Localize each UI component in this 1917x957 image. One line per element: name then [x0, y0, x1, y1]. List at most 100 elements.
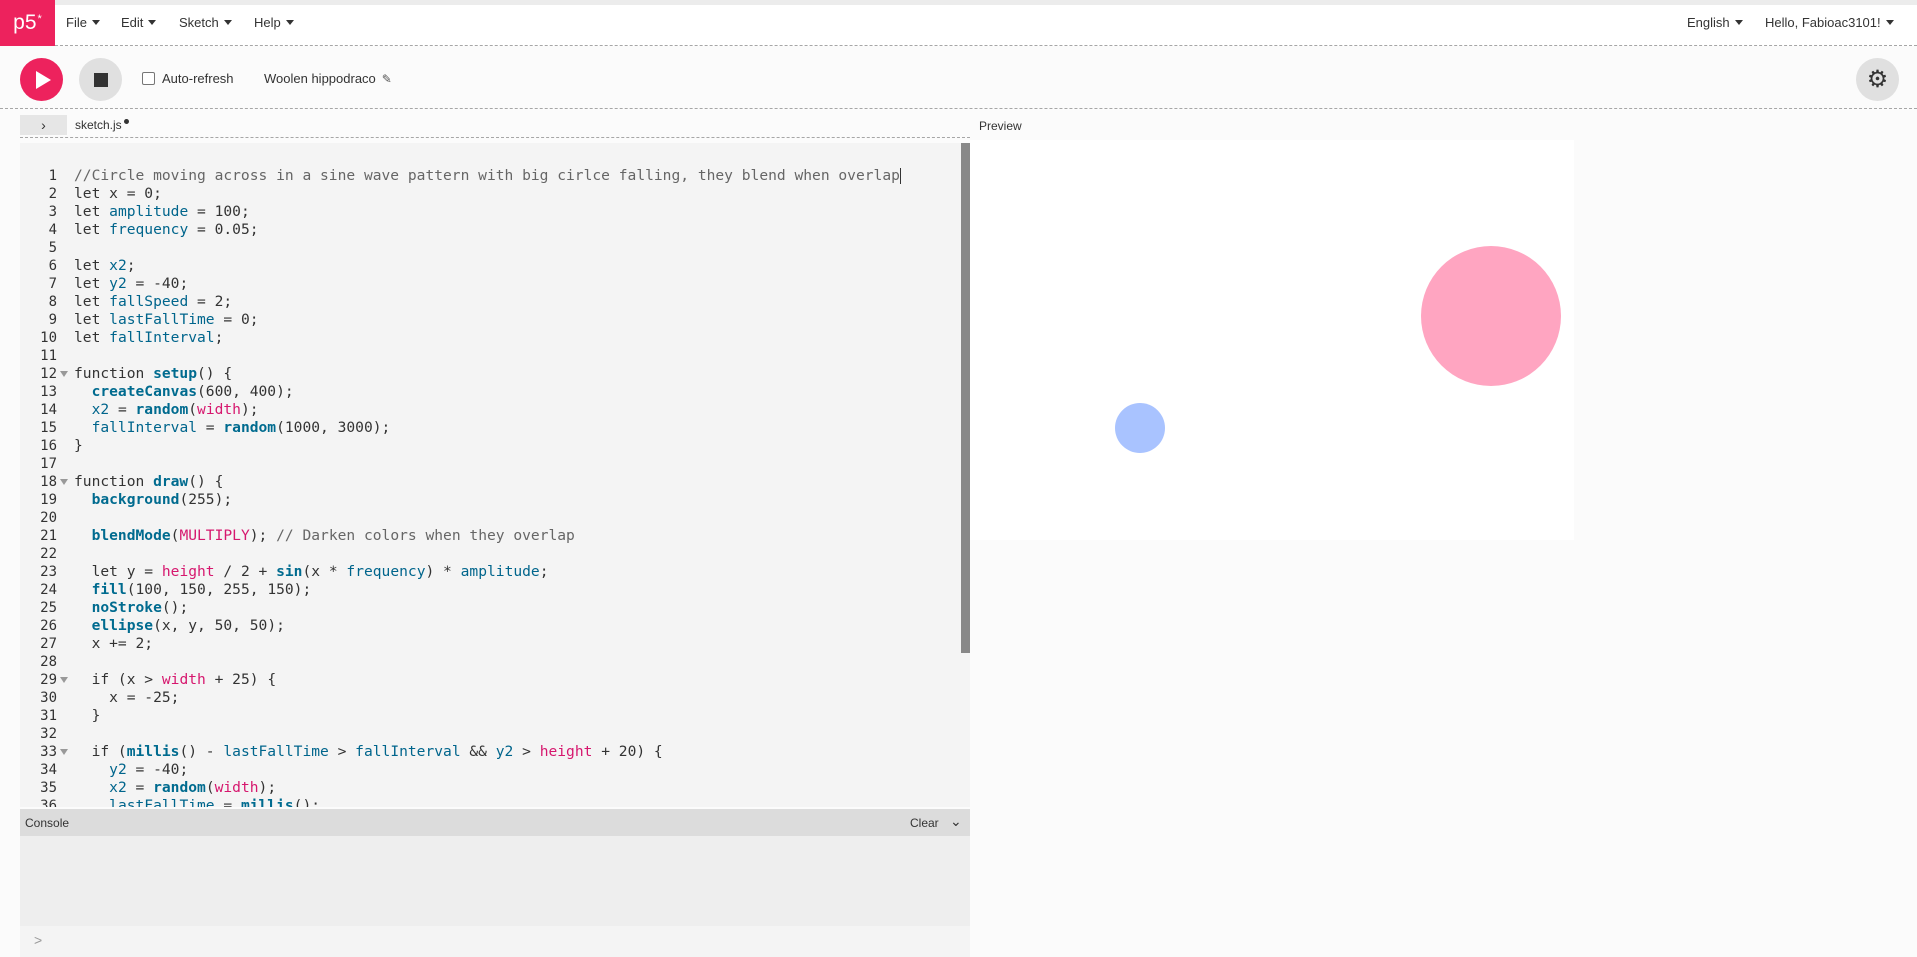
line-number: 13	[40, 384, 57, 400]
code-line[interactable]: let x2;	[74, 257, 136, 275]
line-number: 9	[48, 312, 57, 328]
code-line[interactable]: x2 = random(width);	[74, 401, 259, 419]
code-line[interactable]: let x = 0;	[74, 185, 162, 203]
line-number-gutter: 1 2 3 4 5 6 7 8 9 10 11 12 13 14 15 16 17 18 19 20 21 22 23 24 2…	[20, 143, 70, 807]
chevron-down-icon	[91, 20, 100, 25]
preview-canvas[interactable]	[970, 140, 1574, 540]
menu-file[interactable]: File	[66, 15, 100, 30]
language-label: English	[1687, 15, 1730, 30]
code-line[interactable]: blendMode(MULTIPLY); // Darken colors wh…	[74, 527, 575, 545]
chevron-right-icon: ›	[41, 117, 46, 133]
toolbar: Auto-refresh Woolen hippodraco ✎ ⚙	[0, 47, 1917, 109]
p5-logo[interactable]: p5 *	[0, 0, 55, 46]
console-input[interactable]: >	[20, 926, 970, 957]
line-number: 27	[40, 636, 57, 652]
unsaved-indicator	[123, 119, 129, 124]
play-button[interactable]	[20, 58, 63, 101]
auto-refresh-checkbox[interactable]	[142, 72, 155, 85]
line-number: 21	[40, 528, 57, 544]
code-line[interactable]: noStroke();	[74, 599, 189, 617]
line-number: 1	[48, 168, 57, 184]
file-tab-sketch-js[interactable]: sketch.js	[75, 118, 129, 132]
chevron-down-icon	[148, 20, 157, 25]
top-nav: p5 * File Edit Sketch Help English Hello,…	[0, 0, 1917, 46]
line-number: 16	[40, 438, 57, 454]
code-line[interactable]: fill(100, 150, 255, 150);	[74, 581, 312, 599]
menu-help-label: Help	[254, 15, 281, 30]
top-border	[0, 0, 1917, 5]
code-line[interactable]: if (x > width + 25) {	[74, 671, 277, 689]
chevron-down-icon	[285, 20, 294, 25]
console-clear-button[interactable]: Clear	[910, 816, 939, 830]
auto-refresh-toggle[interactable]: Auto-refresh	[142, 71, 234, 86]
user-menu[interactable]: Hello, Fabioac3101!	[1765, 15, 1894, 30]
line-number: 18	[40, 474, 57, 490]
code-line[interactable]: x2 = random(width);	[74, 779, 276, 797]
code-line[interactable]: }	[74, 707, 101, 725]
fold-arrow-icon[interactable]	[60, 677, 68, 683]
code-line[interactable]: }	[74, 437, 83, 455]
fold-arrow-icon[interactable]	[60, 749, 68, 755]
line-number: 35	[40, 780, 57, 796]
code-line[interactable]: let y = height / 2 + sin(x * frequency) …	[74, 563, 549, 581]
line-number: 14	[40, 402, 57, 418]
code-line[interactable]: fallInterval = random(1000, 3000);	[74, 419, 391, 437]
line-number: 20	[40, 510, 57, 526]
line-number: 28	[40, 654, 57, 670]
fold-arrow-icon[interactable]	[60, 371, 68, 377]
pencil-icon[interactable]: ✎	[382, 72, 392, 86]
code-line[interactable]: let amplitude = 100;	[74, 203, 250, 221]
line-number: 4	[48, 222, 57, 238]
code-line[interactable]: ellipse(x, y, 50, 50);	[74, 617, 285, 635]
logo-asterisk: *	[37, 13, 42, 25]
code-line[interactable]: //Circle moving across in a sine wave pa…	[74, 167, 901, 185]
code-line[interactable]: lastFallTime = millis();	[74, 797, 320, 807]
code-line[interactable]: let lastFallTime = 0;	[74, 311, 259, 329]
settings-button[interactable]: ⚙	[1856, 58, 1899, 101]
chevron-down-icon	[1734, 20, 1743, 25]
code-editor[interactable]: 1 2 3 4 5 6 7 8 9 10 11 12 13 14 15 16 17 18 19 20 21 22 23 24 2…	[20, 143, 970, 807]
preview-label: Preview	[979, 119, 1022, 133]
code-line[interactable]: function setup() {	[74, 365, 232, 383]
line-number: 10	[40, 330, 57, 346]
menu-file-label: File	[66, 15, 87, 30]
line-number: 15	[40, 420, 57, 436]
chevron-down-icon[interactable]: ⌄	[950, 813, 962, 830]
chevron-down-icon	[1885, 20, 1894, 25]
console-header: Console Clear ⌄	[20, 809, 970, 836]
sidebar-toggle-button[interactable]: ›	[20, 115, 67, 135]
auto-refresh-label: Auto-refresh	[162, 71, 234, 86]
line-number: 30	[40, 690, 57, 706]
code-line[interactable]: if (millis() - lastFallTime > fallInterv…	[74, 743, 663, 761]
code-line[interactable]: background(255);	[74, 491, 233, 509]
play-icon	[36, 70, 51, 89]
fold-arrow-icon[interactable]	[60, 479, 68, 485]
line-number: 8	[48, 294, 57, 310]
code-line[interactable]: function draw() {	[74, 473, 223, 491]
blue-circle	[1115, 403, 1165, 453]
stop-button[interactable]	[79, 58, 122, 101]
line-number: 6	[48, 258, 57, 274]
code-line[interactable]: let fallSpeed = 2;	[74, 293, 232, 311]
line-number: 24	[40, 582, 57, 598]
line-number: 5	[48, 240, 57, 256]
code-line[interactable]: let fallInterval;	[74, 329, 223, 347]
stop-icon	[93, 72, 108, 87]
language-menu[interactable]: English	[1687, 15, 1743, 30]
code-line[interactable]: createCanvas(600, 400);	[74, 383, 294, 401]
code-line[interactable]: let y2 = -40;	[74, 275, 188, 293]
menu-help[interactable]: Help	[254, 15, 294, 30]
line-number: 22	[40, 546, 57, 562]
menu-sketch[interactable]: Sketch	[179, 15, 232, 30]
code-line[interactable]: x = -25;	[74, 689, 179, 707]
sketch-name[interactable]: Woolen hippodraco ✎	[264, 71, 392, 86]
line-number: 25	[40, 600, 57, 616]
line-number: 7	[48, 276, 57, 292]
line-number: 32	[40, 726, 57, 742]
code-line[interactable]: x += 2;	[74, 635, 154, 653]
menu-edit-label: Edit	[121, 15, 144, 30]
code-line[interactable]: y2 = -40;	[74, 761, 188, 779]
editor-scrollbar[interactable]	[961, 143, 970, 653]
menu-edit[interactable]: Edit	[121, 15, 157, 30]
code-line[interactable]: let frequency = 0.05;	[74, 221, 259, 239]
